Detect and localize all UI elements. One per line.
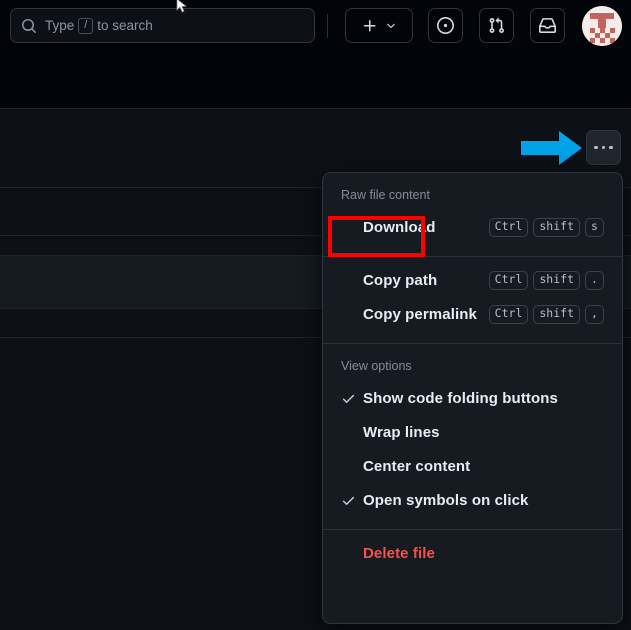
file-actions-dropdown-menu: Raw file content Download Ctrl shift s Copy p… <box>322 172 623 624</box>
menu-section: Copy path Ctrl shift. Copy permalink Ctrl shi… <box>323 257 622 337</box>
menu-item-label: Show code folding buttons <box>363 389 558 407</box>
search-icon <box>21 18 37 34</box>
global-header: Type / to search <box>0 0 631 52</box>
keyboard-shortcut: Ctrl shift. <box>488 270 604 290</box>
menu-item-label: Copy path <box>363 271 438 289</box>
search-placeholder-after: to search <box>97 18 153 33</box>
create-new-button[interactable] <box>345 8 413 43</box>
slash-key-badge: / <box>78 17 94 34</box>
shortcut-key: shift <box>533 217 580 237</box>
chevron-down-icon <box>385 20 397 32</box>
menu-section-header: Raw file content <box>341 188 430 202</box>
menu-item-show-code-folding-buttons[interactable]: Show code folding buttons <box>323 381 622 415</box>
kebab-dot <box>601 145 606 150</box>
user-avatar[interactable] <box>582 6 622 46</box>
menu-item-label: Copy permalink <box>363 305 477 323</box>
search-placeholder: Type / to search <box>45 17 153 34</box>
shortcut-key: Ctrl <box>488 217 529 237</box>
git-pull-request-icon <box>488 17 505 34</box>
shortcut-key: , <box>585 304 604 324</box>
keyboard-shortcut: Ctrl shift, <box>488 304 604 324</box>
check-icon <box>341 391 363 406</box>
issues-button[interactable] <box>428 8 463 43</box>
menu-item-label: Download <box>363 218 436 236</box>
check-icon <box>341 493 363 508</box>
issue-opened-icon <box>437 17 454 34</box>
keyboard-shortcut: Ctrl shift s <box>488 217 604 237</box>
menu-item-copy-path[interactable]: Copy path Ctrl shift. <box>323 263 622 297</box>
menu-item-label: Open symbols on click <box>363 491 529 509</box>
shortcut-key: . <box>585 270 604 290</box>
inbox-icon <box>539 17 556 34</box>
menu-section: Delete file <box>323 530 622 576</box>
menu-section: View options Show code folding buttons Wra… <box>323 344 622 523</box>
repo-subheader-strip <box>0 52 631 108</box>
menu-section: Raw file content Download Ctrl shift s <box>323 173 622 250</box>
pull-requests-button[interactable] <box>479 8 514 43</box>
search-input[interactable]: Type / to search <box>10 8 315 43</box>
kebab-dot <box>594 145 598 150</box>
shortcut-key: Ctrl <box>488 270 529 290</box>
kebab-dot <box>609 145 613 150</box>
menu-item-label: Delete file <box>363 544 435 562</box>
menu-item-copy-permalink[interactable]: Copy permalink Ctrl shift, <box>323 297 622 331</box>
menu-item-delete-file[interactable]: Delete file <box>323 536 622 570</box>
menu-item-label: Center content <box>363 457 471 475</box>
shortcut-key: Ctrl <box>488 304 529 324</box>
more-options-button[interactable] <box>586 130 621 165</box>
mouse-cursor-icon <box>176 0 188 13</box>
plus-icon <box>362 18 378 34</box>
menu-section-header: View options <box>341 359 412 373</box>
blue-arrow-annotation <box>521 130 583 166</box>
menu-item-center-content[interactable]: Center content <box>323 449 622 483</box>
file-row-divider <box>0 108 631 109</box>
menu-item-open-symbols-on-click[interactable]: Open symbols on click <box>323 483 622 517</box>
shortcut-key: shift <box>533 304 580 324</box>
search-placeholder-before: Type <box>45 18 75 33</box>
shortcut-key: s <box>585 217 604 237</box>
app-root: Type / to search Raw file content Downlo… <box>0 0 631 630</box>
header-divider <box>327 14 328 38</box>
shortcut-key: shift <box>533 270 580 290</box>
menu-item-label: Wrap lines <box>363 423 440 441</box>
menu-item-download[interactable]: Download Ctrl shift s <box>323 210 622 244</box>
menu-item-wrap-lines[interactable]: Wrap lines <box>323 415 622 449</box>
notifications-inbox-button[interactable] <box>530 8 565 43</box>
